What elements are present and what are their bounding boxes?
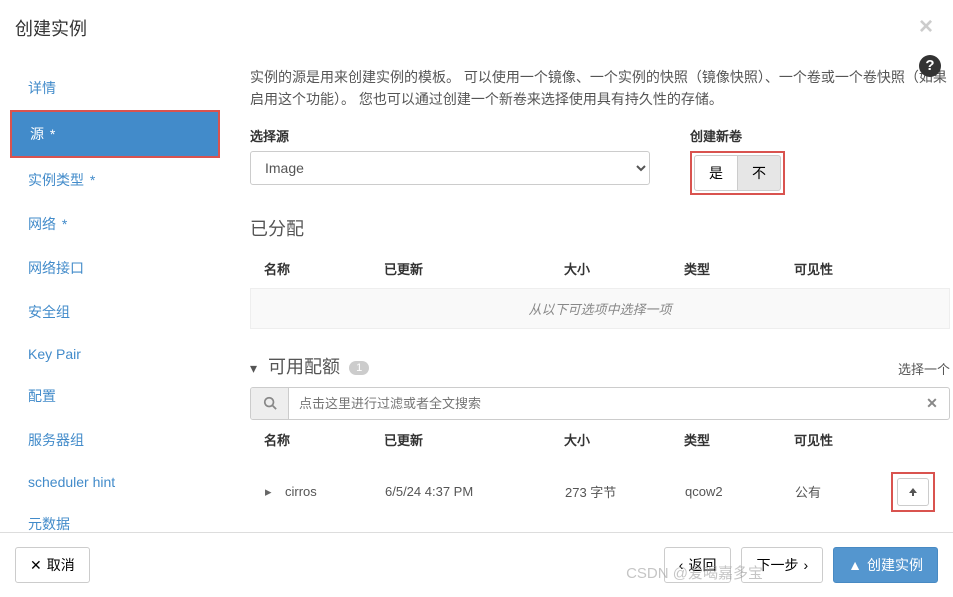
col-name: 名称 bbox=[264, 259, 384, 278]
chevron-left-icon: ‹ bbox=[679, 557, 684, 573]
sidebar-item-networks[interactable]: 网络 * bbox=[10, 202, 220, 246]
footer: ✕取消 ‹返回 下一步› ▲创建实例 bbox=[0, 532, 953, 597]
col-name: 名称 bbox=[264, 430, 384, 449]
allocate-button[interactable] bbox=[897, 478, 929, 506]
expand-icon[interactable] bbox=[265, 484, 285, 500]
cancel-button[interactable]: ✕取消 bbox=[15, 547, 90, 583]
cell-type: qcow2 bbox=[685, 484, 795, 499]
search-bar: ✕ bbox=[250, 387, 950, 420]
sidebar-item-label: 元数据 bbox=[28, 516, 70, 532]
sidebar-item-label: 网络接口 bbox=[28, 260, 84, 276]
sidebar-item-label: 网络 bbox=[28, 216, 56, 232]
create-volume-label: 创建新卷 bbox=[690, 126, 950, 145]
cell-updated: 6/5/24 4:37 PM bbox=[385, 484, 565, 499]
sidebar-item-label: 安全组 bbox=[28, 304, 70, 320]
col-updated: 已更新 bbox=[384, 430, 564, 449]
search-icon[interactable] bbox=[251, 388, 289, 419]
help-icon[interactable]: ? bbox=[919, 55, 941, 77]
col-size: 大小 bbox=[564, 430, 684, 449]
cell-size: 273 字节 bbox=[565, 482, 685, 501]
required-asterisk: * bbox=[46, 126, 55, 142]
description-text: 实例的源是用来创建实例的模板。 可以使用一个镜像、一个实例的快照（镜像快照）、一… bbox=[250, 66, 950, 111]
main-content: 实例的源是用来创建实例的模板。 可以使用一个镜像、一个实例的快照（镜像快照）、一… bbox=[220, 56, 953, 516]
col-size: 大小 bbox=[564, 259, 684, 278]
cell-visibility: 公有 bbox=[795, 482, 885, 501]
col-updated: 已更新 bbox=[384, 259, 564, 278]
next-button[interactable]: 下一步› bbox=[741, 547, 823, 583]
available-count-badge: 1 bbox=[349, 361, 369, 375]
select-one-hint: 选择一个 bbox=[898, 359, 950, 378]
col-type: 类型 bbox=[684, 430, 794, 449]
volume-no-button[interactable]: 不 bbox=[738, 155, 781, 191]
cell-name: cirros bbox=[285, 484, 385, 499]
modal-title: 创建实例 bbox=[15, 15, 87, 41]
sidebar-item-servergroup[interactable]: 服务器组 bbox=[10, 418, 220, 462]
sidebar-item-ports[interactable]: 网络接口 bbox=[10, 246, 220, 290]
sidebar-item-scheduler[interactable]: scheduler hint bbox=[10, 462, 220, 502]
volume-yes-button[interactable]: 是 bbox=[694, 155, 738, 191]
sidebar-item-config[interactable]: 配置 bbox=[10, 374, 220, 418]
close-icon[interactable]: × bbox=[919, 15, 933, 39]
available-table-header: 名称 已更新 大小 类型 可见性 bbox=[250, 420, 950, 459]
sidebar-item-label: 源 bbox=[30, 126, 44, 142]
allocated-title: 已分配 bbox=[250, 215, 950, 241]
close-icon: ✕ bbox=[30, 557, 42, 574]
sidebar-item-label: scheduler hint bbox=[28, 474, 115, 490]
allocated-table-header: 名称 已更新 大小 类型 可见性 bbox=[250, 249, 950, 288]
sidebar-item-keypair[interactable]: Key Pair bbox=[10, 334, 220, 374]
back-button[interactable]: ‹返回 bbox=[664, 547, 732, 583]
sidebar-item-label: 服务器组 bbox=[28, 432, 84, 448]
table-row[interactable]: cirros 6/5/24 4:37 PM 273 字节 qcow2 公有 bbox=[250, 459, 950, 525]
sidebar-item-flavor[interactable]: 实例类型 * bbox=[10, 158, 220, 202]
launch-icon: ▲ bbox=[848, 557, 862, 573]
sidebar-item-label: 详情 bbox=[28, 80, 56, 96]
search-input[interactable] bbox=[289, 388, 915, 419]
col-type: 类型 bbox=[684, 259, 794, 278]
sidebar: 详情 源 * 实例类型 * 网络 * 网络接口 安全组 Key Pair 配置 … bbox=[10, 56, 220, 516]
allocated-empty: 从以下可选项中选择一项 bbox=[250, 288, 950, 329]
sidebar-item-details[interactable]: 详情 bbox=[10, 66, 220, 110]
available-title[interactable]: 可用配额 1 选择一个 bbox=[250, 353, 950, 379]
sidebar-item-label: Key Pair bbox=[28, 346, 81, 362]
source-label: 选择源 bbox=[250, 126, 650, 145]
sidebar-item-security[interactable]: 安全组 bbox=[10, 290, 220, 334]
clear-search-icon[interactable]: ✕ bbox=[915, 388, 949, 419]
col-visibility: 可见性 bbox=[794, 430, 884, 449]
required-asterisk: * bbox=[58, 216, 67, 232]
sidebar-item-source[interactable]: 源 * bbox=[10, 110, 220, 158]
chevron-right-icon: › bbox=[803, 557, 808, 573]
chevron-down-icon bbox=[250, 360, 257, 376]
source-select[interactable]: Image bbox=[250, 151, 650, 185]
required-asterisk: * bbox=[86, 172, 95, 188]
sidebar-item-label: 实例类型 bbox=[28, 172, 84, 188]
col-visibility: 可见性 bbox=[794, 259, 884, 278]
create-button[interactable]: ▲创建实例 bbox=[833, 547, 938, 583]
sidebar-item-label: 配置 bbox=[28, 388, 56, 404]
